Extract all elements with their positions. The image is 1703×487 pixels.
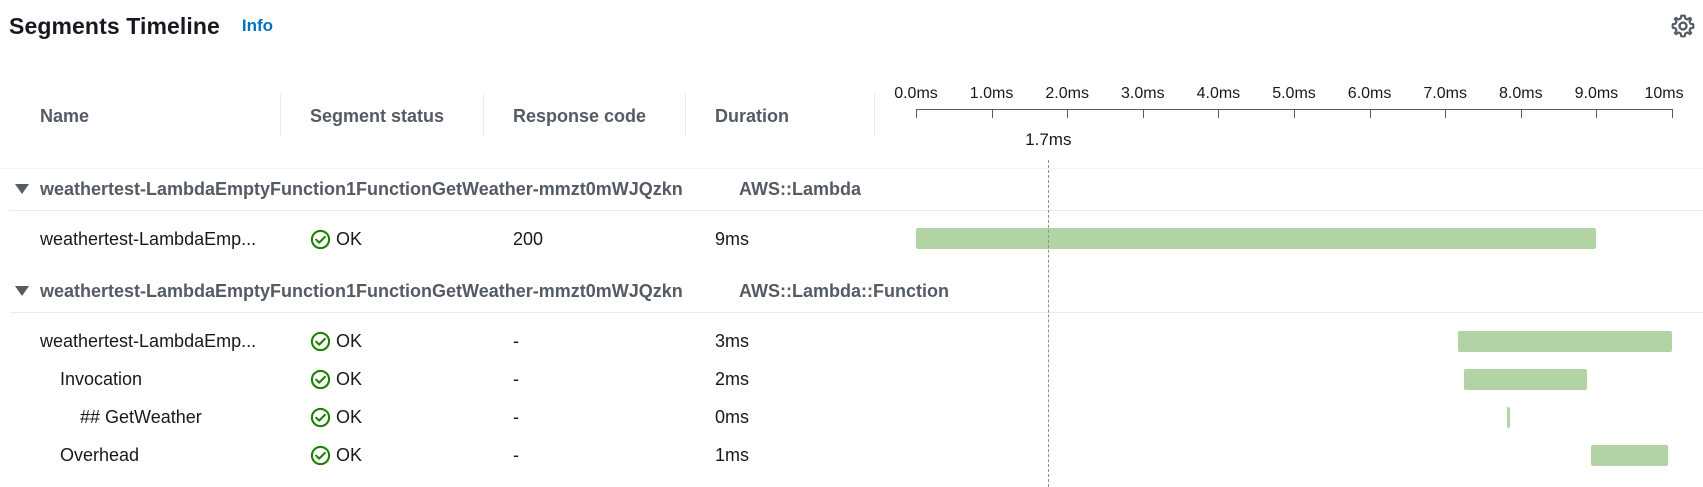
response-code: 200 xyxy=(513,228,544,249)
check-circle-icon xyxy=(310,407,331,427)
segment-row[interactable]: weathertest-LambdaEmp... OK 200 9ms xyxy=(0,221,1703,257)
segment-name: Invocation xyxy=(60,369,143,389)
panel-header: Segments Timeline Info xyxy=(9,10,273,42)
segment-duration: 9ms xyxy=(715,228,750,249)
axis-tick-label: 5.0ms xyxy=(1272,85,1316,102)
axis-tick-label: 4.0ms xyxy=(1196,85,1241,102)
segment-row[interactable]: ## GetWeather OK - 0ms xyxy=(0,399,1703,435)
caret-down-icon[interactable] xyxy=(15,286,29,296)
column-divider[interactable] xyxy=(483,93,484,136)
timeline-axis: 0.0ms 1.0ms 2.0ms 3.0ms 4.0ms 5.0ms 6.0ms 7.0ms… xyxy=(894,85,1684,125)
segment-duration: 2ms xyxy=(715,368,750,389)
group-name: weathertest-LambdaEmptyFunction1Function… xyxy=(40,280,683,301)
status-label: OK xyxy=(336,368,363,389)
column-divider[interactable] xyxy=(280,93,281,136)
segment-duration: 1ms xyxy=(715,444,750,465)
status-label: OK xyxy=(336,228,363,249)
segment-group-header[interactable]: weathertest-LambdaEmptyFunction1Function… xyxy=(0,168,1703,210)
axis-tick-label: 10ms xyxy=(1644,85,1684,102)
segment-name: weathertest-LambdaEmp... xyxy=(40,229,257,249)
segment-status: OK xyxy=(310,399,362,435)
status-label: OK xyxy=(336,330,363,351)
divider xyxy=(10,312,1703,313)
time-marker-line xyxy=(1048,160,1050,487)
segment-row[interactable]: Invocation OK - 2ms xyxy=(0,361,1703,397)
segment-timeline-bar[interactable] xyxy=(1464,369,1587,390)
status-label: OK xyxy=(336,406,363,427)
segment-status: OK xyxy=(310,323,362,359)
segment-timeline-bar[interactable] xyxy=(1458,331,1672,352)
segment-group-header[interactable]: weathertest-LambdaEmptyFunction1Function… xyxy=(0,270,1703,312)
axis-tick-label: 0.0ms xyxy=(894,85,938,102)
page-title: Segments Timeline xyxy=(9,12,220,39)
caret-down-icon[interactable] xyxy=(15,184,29,194)
time-marker-label: 1.7ms xyxy=(1025,130,1072,149)
column-header-response[interactable]: Response code xyxy=(513,106,646,127)
axis-tick-label: 1.0ms xyxy=(969,85,1014,102)
gear-icon[interactable] xyxy=(1670,13,1696,39)
axis-tick xyxy=(1596,109,1598,118)
axis-tick xyxy=(1369,109,1371,118)
column-header-name[interactable]: Name xyxy=(40,106,89,127)
axis-tick-label: 7.0ms xyxy=(1423,85,1467,102)
axis-tick xyxy=(1672,109,1673,118)
axis-tick xyxy=(1445,109,1447,118)
axis-tick-label: 9.0ms xyxy=(1574,85,1619,102)
segment-row[interactable]: weathertest-LambdaEmp... OK - 3ms xyxy=(0,323,1703,359)
axis-tick xyxy=(1142,109,1144,118)
axis-tick-label: 8.0ms xyxy=(1499,85,1543,102)
column-header-status[interactable]: Segment status xyxy=(310,106,444,127)
info-link[interactable]: Info xyxy=(242,16,273,36)
axis-tick xyxy=(1067,109,1069,118)
axis-tick-label: 6.0ms xyxy=(1347,85,1392,102)
check-circle-icon xyxy=(310,331,331,351)
group-type: AWS::Lambda::Function xyxy=(739,280,949,301)
column-header-duration[interactable]: Duration xyxy=(715,106,789,127)
axis-tick xyxy=(916,109,917,118)
check-circle-icon xyxy=(310,445,331,465)
check-circle-icon xyxy=(310,229,331,249)
segment-status: OK xyxy=(310,437,362,473)
status-label: OK xyxy=(336,444,363,465)
segment-timeline-bar[interactable] xyxy=(916,228,1597,249)
axis-tick xyxy=(991,109,993,118)
segment-duration: 0ms xyxy=(715,406,750,427)
axis-tick-label: 2.0ms xyxy=(1045,85,1089,102)
response-code: - xyxy=(513,444,519,465)
column-divider[interactable] xyxy=(874,93,875,136)
segment-name: ## GetWeather xyxy=(80,407,202,427)
segment-duration: 3ms xyxy=(715,330,750,351)
response-code: - xyxy=(513,330,519,351)
group-name: weathertest-LambdaEmptyFunction1Function… xyxy=(40,178,683,199)
axis-tick xyxy=(1520,109,1522,118)
segment-name: weathertest-LambdaEmp... xyxy=(40,331,257,351)
axis-tick xyxy=(1294,109,1295,118)
segment-timeline-bar[interactable] xyxy=(1591,445,1669,466)
group-type: AWS::Lambda xyxy=(739,178,862,199)
segment-status: OK xyxy=(310,221,362,257)
segment-timeline-bar[interactable] xyxy=(1507,407,1511,428)
axis-tick xyxy=(1218,109,1220,118)
response-code: - xyxy=(513,368,519,389)
segment-row[interactable]: Overhead OK - 1ms xyxy=(0,437,1703,473)
divider xyxy=(10,210,1703,211)
segment-status: OK xyxy=(310,361,362,397)
check-circle-icon xyxy=(310,369,331,389)
response-code: - xyxy=(513,406,519,427)
axis-tick-label: 3.0ms xyxy=(1121,85,1165,102)
column-divider[interactable] xyxy=(685,93,686,136)
segment-name: Overhead xyxy=(60,445,140,465)
